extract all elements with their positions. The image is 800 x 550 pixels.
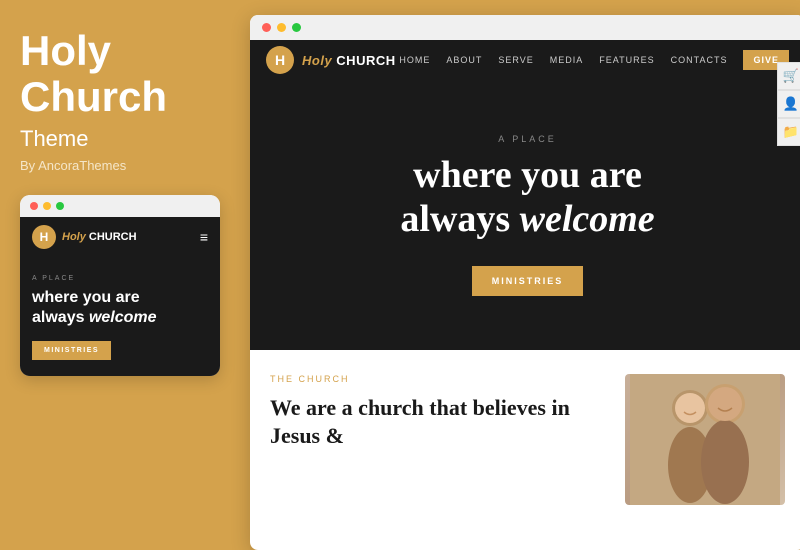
nav-serve[interactable]: SERVE	[498, 55, 533, 65]
desktop-logo-icon: H	[266, 46, 294, 74]
mobile-preview: H Holy CHURCH ≡ A PLACE where you arealw…	[20, 195, 220, 375]
desktop-content-image	[625, 374, 785, 505]
desktop-ministries-button[interactable]: MINISTRIES	[472, 266, 584, 296]
desktop-a-place: A PLACE	[498, 134, 557, 144]
desktop-dot-green	[292, 23, 301, 32]
title-line1: Holy	[20, 27, 111, 74]
desktop-content-left: THE CHURCH We are a church that believes…	[270, 374, 605, 505]
mobile-window-bar	[20, 195, 220, 217]
nav-contacts[interactable]: CONTACTS	[671, 55, 728, 65]
title-line2: Church	[20, 73, 167, 120]
desktop-user-icon[interactable]: 👤	[777, 90, 800, 118]
content-heading: We are a church that believes in Jesus &	[270, 394, 605, 449]
desktop-content-section: THE CHURCH We are a church that believes…	[250, 350, 800, 525]
mobile-logo-text: Holy CHURCH	[62, 231, 137, 243]
desktop-window-bar	[250, 15, 800, 40]
desktop-cart-icon[interactable]: 🛒	[777, 62, 800, 90]
theme-by: By AncoraThemes	[20, 158, 220, 173]
theme-subtitle: Theme	[20, 126, 220, 152]
mobile-logo: H Holy CHURCH	[32, 225, 137, 249]
desktop-right-icons: 🛒 👤 📁	[777, 62, 800, 146]
nav-media[interactable]: MEDIA	[550, 55, 584, 65]
theme-title: Holy Church	[20, 28, 220, 120]
mobile-logo-icon: H	[32, 225, 56, 249]
mobile-nav: H Holy CHURCH ≡	[20, 217, 220, 257]
mobile-a-place: A PLACE	[32, 275, 208, 282]
desktop-dot-red	[262, 23, 271, 32]
couple-image	[625, 374, 785, 505]
desktop-folder-icon[interactable]: 📁	[777, 118, 800, 146]
desktop-nav: H Holy CHURCH HOME ABOUT SERVE MEDIA FEA…	[250, 40, 800, 80]
hamburger-icon[interactable]: ≡	[200, 230, 208, 244]
left-panel: Holy Church Theme By AncoraThemes H Holy…	[0, 0, 240, 550]
desktop-logo: H Holy CHURCH	[266, 46, 396, 74]
nav-about[interactable]: ABOUT	[446, 55, 482, 65]
desktop-preview: H Holy CHURCH HOME ABOUT SERVE MEDIA FEA…	[250, 15, 800, 550]
desktop-dot-yellow	[277, 23, 286, 32]
desktop-hero: A PLACE where you arealways welcome MINI…	[250, 80, 800, 350]
dot-yellow	[43, 202, 51, 210]
desktop-headline: where you arealways welcome	[400, 154, 654, 241]
section-label: THE CHURCH	[270, 374, 605, 384]
mobile-headline: where you arealways welcome	[32, 288, 208, 326]
mobile-ministries-button[interactable]: MINISTRIES	[32, 341, 111, 360]
dot-green	[56, 202, 64, 210]
nav-features[interactable]: FEATURES	[599, 55, 654, 65]
desktop-nav-links: HOME ABOUT SERVE MEDIA FEATURES CONTACTS…	[399, 50, 789, 70]
dot-red	[30, 202, 38, 210]
mobile-hero: A PLACE where you arealways welcome MINI…	[20, 257, 220, 375]
nav-home[interactable]: HOME	[399, 55, 430, 65]
desktop-logo-text: Holy CHURCH	[302, 53, 396, 68]
